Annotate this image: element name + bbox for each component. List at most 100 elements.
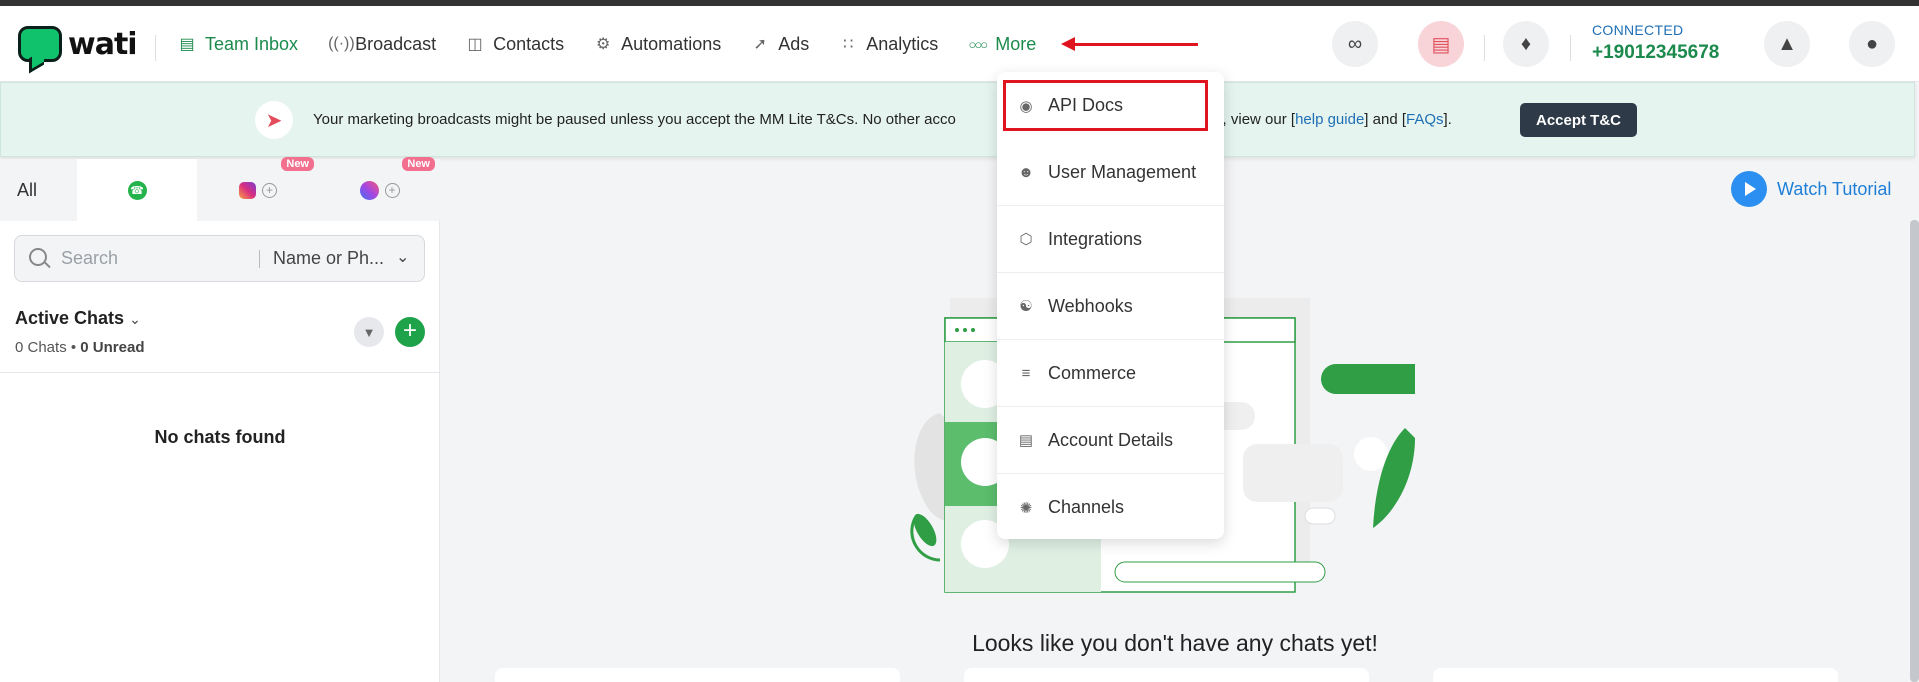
menu-item-channels[interactable]: ✺ Channels	[997, 474, 1224, 541]
nav-team-inbox[interactable]: ▤ Team Inbox	[178, 34, 298, 55]
nav-contacts[interactable]: ◫ Contacts	[466, 33, 565, 55]
chat-count: 0 Chats	[15, 339, 67, 356]
banner-text-and: ] and [	[1364, 111, 1406, 128]
nav-more[interactable]: ○○○ More	[968, 34, 1037, 55]
unread-count: 0 Unread	[80, 339, 145, 356]
search-input[interactable]	[61, 248, 251, 269]
logo-text: wati	[68, 26, 138, 62]
nav-analytics[interactable]: ∷ Analytics	[839, 34, 938, 55]
dot-separator: •	[70, 339, 81, 356]
nav-broadcast[interactable]: ((·)) Broadcast	[328, 34, 436, 55]
accept-tc-button[interactable]: Accept T&C	[1520, 103, 1637, 137]
connection-status: CONNECTED +19012345678	[1592, 22, 1719, 64]
add-circle-icon: +	[262, 182, 277, 198]
chevron-down-icon[interactable]: ⌄	[396, 247, 409, 267]
new-badge: New	[281, 157, 314, 171]
chevron-down-icon: ⌄	[129, 311, 141, 327]
rocket-icon: ➤	[255, 101, 293, 139]
integrations-icon: ⬡	[1019, 231, 1033, 248]
banner-text-end: ].	[1443, 111, 1452, 128]
wallet-button[interactable]: ▤	[1418, 21, 1464, 67]
help-guide-link[interactable]: help guide	[1295, 111, 1364, 128]
annotation-arrow	[1061, 37, 1198, 51]
watch-tutorial-label: Watch Tutorial	[1777, 178, 1892, 199]
grid-icon: ∷	[843, 36, 854, 53]
empty-state-message: Looks like you don't have any chats yet!	[972, 630, 1378, 656]
empty-chat-list: No chats found	[154, 427, 286, 447]
new-chat-button[interactable]: +	[395, 317, 425, 347]
meta-button[interactable]: ∞	[1332, 21, 1378, 67]
nav-ads[interactable]: ➚ Ads	[751, 33, 810, 55]
menu-item-label: Commerce	[1048, 362, 1137, 383]
window-dot	[955, 328, 959, 332]
announcements-button[interactable]: ▲	[1764, 21, 1810, 67]
divider	[0, 372, 440, 373]
chat-bubble	[1243, 444, 1343, 502]
menu-item-api-docs[interactable]: ◉ API Docs	[1003, 80, 1208, 131]
webhook-icon: ☯	[1019, 298, 1033, 315]
tc-banner: ➤ Your marketing broadcasts might be pau…	[0, 82, 1915, 157]
search-box: Name or Ph... ⌄	[14, 235, 425, 282]
nav-automations[interactable]: ⚙ Automations	[594, 34, 721, 55]
nav-team-inbox-label: Team Inbox	[205, 33, 299, 54]
wati-logo[interactable]: wati	[18, 24, 138, 64]
bell-icon: ♦	[1520, 32, 1532, 55]
menu-item-commerce[interactable]: ≡ Commerce	[997, 340, 1224, 407]
window-dot	[971, 328, 975, 332]
nav-contacts-label: Contacts	[493, 33, 565, 54]
filter-button[interactable]: ▼	[354, 317, 384, 347]
wallet-icon: ▤	[1431, 33, 1451, 56]
info-card	[1433, 668, 1838, 682]
meta-icon: ∞	[1347, 32, 1363, 55]
outgoing-bubble	[1321, 364, 1415, 394]
main-scrollbar[interactable]	[1910, 220, 1919, 682]
api-icon: ◉	[1019, 97, 1033, 115]
header-divider-3	[1570, 35, 1571, 61]
new-badge: New	[402, 157, 435, 171]
typing-indicator	[1304, 507, 1336, 525]
megaphone-icon: ▲	[1777, 32, 1797, 55]
tab-messenger[interactable]: New +	[319, 157, 440, 221]
profile-button[interactable]: ●	[1849, 21, 1895, 67]
tab-whatsapp[interactable]: ☎	[77, 159, 197, 221]
menu-item-user-management[interactable]: ☻ User Management	[997, 139, 1224, 206]
nav-ads-label: Ads	[778, 33, 810, 54]
menu-item-label: User Management	[1048, 161, 1197, 182]
menu-item-integrations[interactable]: ⬡ Integrations	[997, 206, 1224, 273]
active-chats-dropdown[interactable]: Active Chats ⌄	[15, 308, 141, 329]
dots-icon: ○○○	[968, 36, 989, 52]
account-details-icon: ▤	[1018, 432, 1034, 449]
gear-icon: ⚙	[595, 36, 611, 53]
menu-item-account-details[interactable]: ▤ Account Details	[997, 407, 1224, 474]
tab-all[interactable]: All	[0, 159, 77, 221]
channels-icon: ✺	[1019, 499, 1033, 517]
search-icon	[29, 248, 47, 266]
menu-item-label: Account Details	[1048, 429, 1174, 450]
tab-instagram[interactable]: New +	[197, 157, 319, 221]
commerce-icon: ≡	[1021, 364, 1031, 382]
notifications-button[interactable]: ♦	[1503, 21, 1549, 67]
banner-text: Your marketing broadcasts might be pause…	[313, 111, 1452, 128]
header-divider-2	[1484, 35, 1485, 61]
menu-item-label: Webhooks	[1048, 295, 1133, 316]
broadcast-icon: ((·))	[328, 35, 355, 52]
reply-avatar	[1354, 437, 1388, 471]
search-filter-select[interactable]: Name or Ph...	[273, 248, 384, 269]
watch-tutorial-button[interactable]: Watch Tutorial	[1731, 171, 1891, 207]
user-icon: ●	[1865, 32, 1879, 55]
nav-broadcast-label: Broadcast	[355, 33, 437, 54]
menu-item-label: Integrations	[1048, 228, 1143, 249]
active-chats-title: Active Chats	[15, 308, 125, 328]
plus-icon: +	[402, 317, 417, 344]
window-dot	[963, 328, 967, 332]
channel-tabs: All ☎ New + New +	[0, 157, 440, 221]
connected-phone: +19012345678	[1592, 42, 1720, 63]
header-divider	[155, 35, 156, 61]
search-divider	[259, 250, 260, 268]
faqs-link[interactable]: FAQs	[1406, 111, 1444, 128]
info-card	[495, 668, 900, 682]
cursor-click-icon: ➚	[753, 36, 767, 53]
info-card	[964, 668, 1369, 682]
menu-item-webhooks[interactable]: ☯ Webhooks	[997, 273, 1224, 340]
contacts-icon: ◫	[467, 36, 483, 53]
